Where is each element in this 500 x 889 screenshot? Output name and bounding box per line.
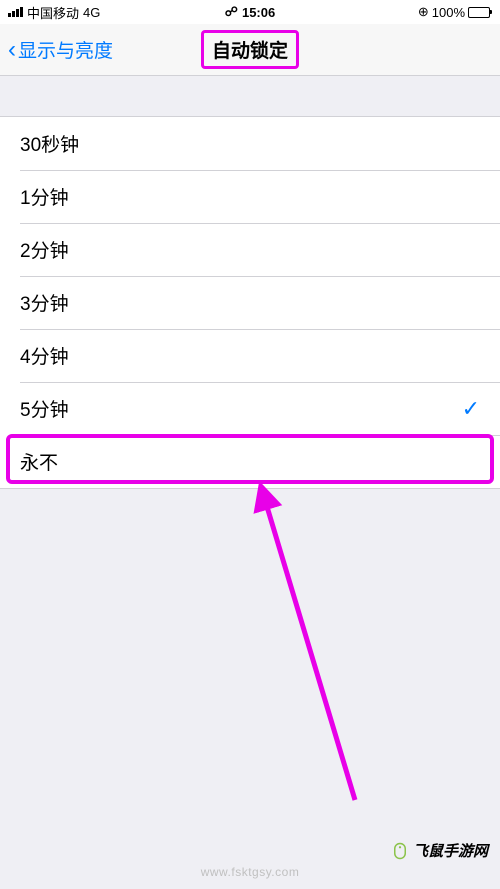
option-1min[interactable]: 1分钟 <box>0 170 500 223</box>
option-label: 2分钟 <box>20 236 69 263</box>
network-label: 4G <box>83 5 100 20</box>
battery-icon <box>468 7 492 18</box>
carrier-label: 中国移动 <box>27 3 79 22</box>
status-center: ☍ 15:06 <box>225 4 275 20</box>
option-label: 5分钟 <box>20 395 69 422</box>
page-title: 自动锁定 <box>212 36 288 63</box>
status-right: ⊕ 100% <box>418 4 492 20</box>
option-label: 30秒钟 <box>20 130 79 157</box>
status-bar: 中国移动 4G ☍ 15:06 ⊕ 100% <box>0 0 500 24</box>
arrow-annotation <box>175 480 375 820</box>
status-left: 中国移动 4G <box>8 3 100 22</box>
option-label: 4分钟 <box>20 342 69 369</box>
option-4min[interactable]: 4分钟 <box>0 329 500 382</box>
url-watermark: www.fsktgsy.com <box>201 865 300 879</box>
back-button[interactable]: ‹ 显示与亮度 <box>0 36 113 64</box>
brand-label: 飞鼠手游网 <box>413 840 488 861</box>
clock: 15:06 <box>242 5 275 20</box>
title-highlight-annotation: 自动锁定 <box>201 30 299 69</box>
option-label: 3分钟 <box>20 289 69 316</box>
option-label: 1分钟 <box>20 183 69 210</box>
hotspot-icon: ☍ <box>225 4 238 20</box>
option-30sec[interactable]: 30秒钟 <box>0 117 500 170</box>
option-2min[interactable]: 2分钟 <box>0 223 500 276</box>
mouse-icon <box>391 842 409 860</box>
option-never[interactable]: 永不 <box>0 435 500 488</box>
nav-bar: ‹ 显示与亮度 自动锁定 <box>0 24 500 76</box>
option-3min[interactable]: 3分钟 <box>0 276 500 329</box>
brand-watermark: 飞鼠手游网 <box>391 840 488 861</box>
orientation-lock-icon: ⊕ <box>418 4 429 20</box>
back-label: 显示与亮度 <box>18 36 113 63</box>
battery-percent: 100% <box>432 5 465 20</box>
option-5min[interactable]: 5分钟 ✓ <box>0 382 500 435</box>
checkmark-icon: ✓ <box>462 396 480 422</box>
chevron-left-icon: ‹ <box>8 36 16 64</box>
option-label: 永不 <box>20 448 58 475</box>
autolock-options-list: 30秒钟 1分钟 2分钟 3分钟 4分钟 5分钟 ✓ 永不 <box>0 116 500 489</box>
signal-icon <box>8 7 23 17</box>
